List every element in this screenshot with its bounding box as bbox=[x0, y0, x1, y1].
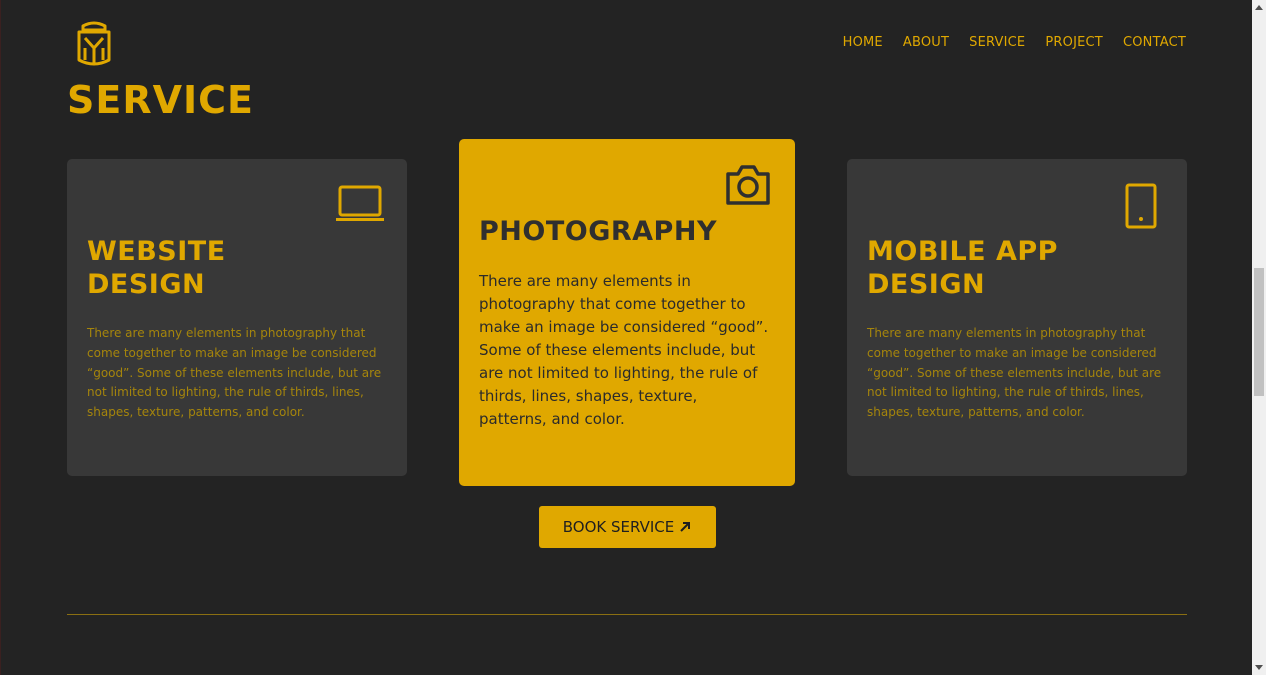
card-title: MOBILE APP DESIGN bbox=[867, 235, 1167, 301]
arrow-up-right-icon bbox=[680, 522, 691, 532]
page: HOME ABOUT SERVICE PROJECT CONTACT SERVI… bbox=[0, 0, 1252, 675]
card-title-line1: WEBSITE bbox=[87, 236, 226, 267]
card-title-line2: DESIGN bbox=[87, 269, 206, 300]
page-title: SERVICE bbox=[67, 78, 254, 122]
service-card-website-design[interactable]: WEBSITE DESIGN There are many elements i… bbox=[67, 159, 407, 476]
card-title: WEBSITE DESIGN bbox=[87, 235, 387, 301]
nav-contact[interactable]: CONTACT bbox=[1123, 35, 1186, 50]
nav-service[interactable]: SERVICE bbox=[969, 35, 1025, 50]
card-description: There are many elements in photography t… bbox=[867, 326, 1162, 420]
section-divider bbox=[67, 614, 1187, 615]
scroll-up-arrow-icon[interactable] bbox=[1255, 5, 1263, 10]
book-service-label: BOOK SERVICE bbox=[562, 518, 675, 536]
service-card-mobile-app-design[interactable]: MOBILE APP DESIGN There are many element… bbox=[847, 159, 1187, 476]
helmet-logo-icon[interactable] bbox=[75, 20, 113, 68]
service-card-photography[interactable]: PHOTOGRAPHY There are many elements in p… bbox=[459, 139, 795, 486]
card-title-line2: DESIGN bbox=[867, 269, 986, 300]
camera-icon bbox=[726, 165, 770, 205]
nav-project[interactable]: PROJECT bbox=[1045, 35, 1103, 50]
card-description: There are many elements in photography t… bbox=[87, 326, 382, 420]
card-title: PHOTOGRAPHY bbox=[479, 216, 717, 247]
nav-home[interactable]: HOME bbox=[843, 35, 883, 50]
mobile-phone-icon bbox=[1125, 183, 1157, 229]
card-description: There are many elements in photography t… bbox=[479, 272, 769, 428]
book-service-button[interactable]: BOOK SERVICE bbox=[539, 506, 716, 548]
card-title-line1: MOBILE APP bbox=[867, 236, 1058, 267]
nav-about[interactable]: ABOUT bbox=[903, 35, 949, 50]
scroll-down-arrow-icon[interactable] bbox=[1255, 665, 1263, 670]
vertical-scrollbar[interactable] bbox=[1252, 0, 1266, 675]
scrollbar-thumb[interactable] bbox=[1254, 268, 1264, 396]
main-nav: HOME ABOUT SERVICE PROJECT CONTACT bbox=[823, 35, 1186, 50]
laptop-icon bbox=[336, 185, 384, 221]
